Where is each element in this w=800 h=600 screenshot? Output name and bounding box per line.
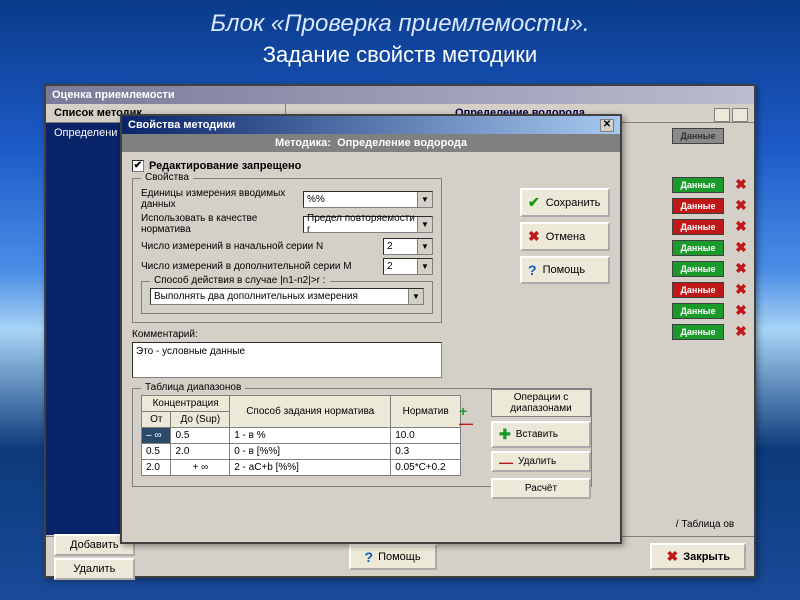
delete-row-icon[interactable]: ✖ <box>734 260 748 277</box>
norm-select[interactable]: Предел повторяемости r <box>303 216 433 233</box>
data-tag[interactable]: Данные <box>672 282 724 298</box>
units-select[interactable]: %% <box>303 191 433 208</box>
plus-icon: ✚ <box>499 426 511 443</box>
data-tag[interactable]: Данные <box>672 128 724 144</box>
readonly-label: Редактирование запрещено <box>149 160 301 172</box>
close-icon[interactable]: ✕ <box>600 119 614 132</box>
minus-icon: — <box>499 458 513 466</box>
cancel-button[interactable]: ✖ Отмена <box>520 222 610 251</box>
table-note: / Таблица ов <box>670 519 740 530</box>
help-label: Помощь <box>543 264 586 276</box>
table-legend: Таблица диапазонов <box>141 382 245 393</box>
norm-label: Использовать в качестве норматива <box>141 213 303 235</box>
save-disk-icon[interactable] <box>714 108 730 122</box>
insert-label: Вставить <box>516 429 558 440</box>
th-norm: Норматив <box>391 396 461 428</box>
th-to: До (Sup) <box>171 412 230 428</box>
method-header: Методика: Определение водорода <box>122 134 620 152</box>
delete-label: Удалить <box>518 456 556 467</box>
data-tag[interactable]: Данные <box>672 177 724 193</box>
slide-title: Блок «Проверка приемлемости». <box>0 0 800 42</box>
close-label: Закрыть <box>683 551 730 563</box>
m-label: Число измерений в дополнительной серии M <box>141 261 383 272</box>
dialog-titlebar[interactable]: Свойства методики ✕ <box>122 116 620 134</box>
data-tag[interactable]: Данные <box>672 198 724 214</box>
close-icon: ✖ <box>666 548 678 565</box>
dialog-title: Свойства методики <box>128 119 235 131</box>
ranges-table: Концентрация Способ задания норматива Но… <box>141 395 461 476</box>
help-button[interactable]: ? Помощь <box>520 256 610 284</box>
insert-button[interactable]: ✚ Вставить <box>491 421 591 448</box>
cancel-label: Отмена <box>546 231 585 243</box>
delete-row-icon[interactable]: ✖ <box>734 323 748 340</box>
n-select[interactable]: 2 <box>383 238 433 255</box>
save-label: Сохранить <box>546 197 601 209</box>
data-buttons-column: Данные Данные ✖ Данные ✖ Данные ✖ Данные ✖ Д… <box>672 128 748 340</box>
delete-row-icon[interactable]: ✖ <box>734 197 748 214</box>
titlebar[interactable]: Оценка приемлемости <box>46 86 754 104</box>
print-icon[interactable] <box>732 108 748 122</box>
save-button[interactable]: ✔ Сохранить <box>520 188 610 217</box>
data-tag[interactable]: Данные <box>672 324 724 340</box>
delete-button[interactable]: Удалить <box>54 558 135 580</box>
m-select[interactable]: 2 <box>383 258 433 275</box>
remove-icon[interactable]: — <box>459 417 473 429</box>
close-button[interactable]: ✖ Закрыть <box>650 543 746 570</box>
method-list-item[interactable]: Определени <box>46 123 124 535</box>
data-tag[interactable]: Данные <box>672 240 724 256</box>
help-icon: ? <box>528 262 537 278</box>
readonly-checkbox[interactable]: ✔ <box>132 160 144 172</box>
data-tag[interactable]: Данные <box>672 303 724 319</box>
comment-label: Комментарий: <box>132 329 610 340</box>
delete-range-button[interactable]: — Удалить <box>491 451 591 472</box>
th-method: Способ задания норматива <box>230 396 391 428</box>
ops-header: Операции с диапазонами <box>491 389 591 417</box>
delete-row-icon[interactable]: ✖ <box>734 176 748 193</box>
help-icon: ? <box>365 549 374 565</box>
help-button[interactable]: ? Помощь <box>349 544 437 570</box>
delete-row-icon[interactable]: ✖ <box>734 281 748 298</box>
mode-select[interactable]: Выполнять два дополнительных измерения <box>150 288 424 305</box>
th-conc: Концентрация <box>142 396 230 412</box>
table-row[interactable]: – ∞0.51 - в %10.0 <box>142 428 461 444</box>
comment-textarea[interactable]: Это - условные данные <box>132 342 442 378</box>
delete-row-icon[interactable]: ✖ <box>734 302 748 319</box>
window-title: Оценка приемлемости <box>52 89 175 101</box>
th-from: От <box>142 412 171 428</box>
cancel-icon: ✖ <box>528 228 540 245</box>
slide-subtitle: Задание свойств методики <box>0 42 800 68</box>
data-tag[interactable]: Данные <box>672 261 724 277</box>
method-properties-dialog: Свойства методики ✕ Методика: Определени… <box>120 114 622 544</box>
calc-button[interactable]: Расчёт <box>491 478 591 499</box>
delete-row-icon[interactable]: ✖ <box>734 218 748 235</box>
table-row[interactable]: 2.0+ ∞2 - aC+b [%%]0.05*C+0.2 <box>142 460 461 476</box>
mode-legend: Способ действия в случае |n1-n2|>r : <box>150 275 330 286</box>
table-row[interactable]: 0.52.00 - в [%%]0.3 <box>142 444 461 460</box>
check-icon: ✔ <box>528 194 540 211</box>
delete-row-icon[interactable]: ✖ <box>734 239 748 256</box>
units-label: Единицы измерения вводимых данных <box>141 188 303 210</box>
n-label: Число измерений в начальной серии N <box>141 241 383 252</box>
props-legend: Свойства <box>141 172 193 183</box>
help-label: Помощь <box>378 551 421 563</box>
data-tag[interactable]: Данные <box>672 219 724 235</box>
